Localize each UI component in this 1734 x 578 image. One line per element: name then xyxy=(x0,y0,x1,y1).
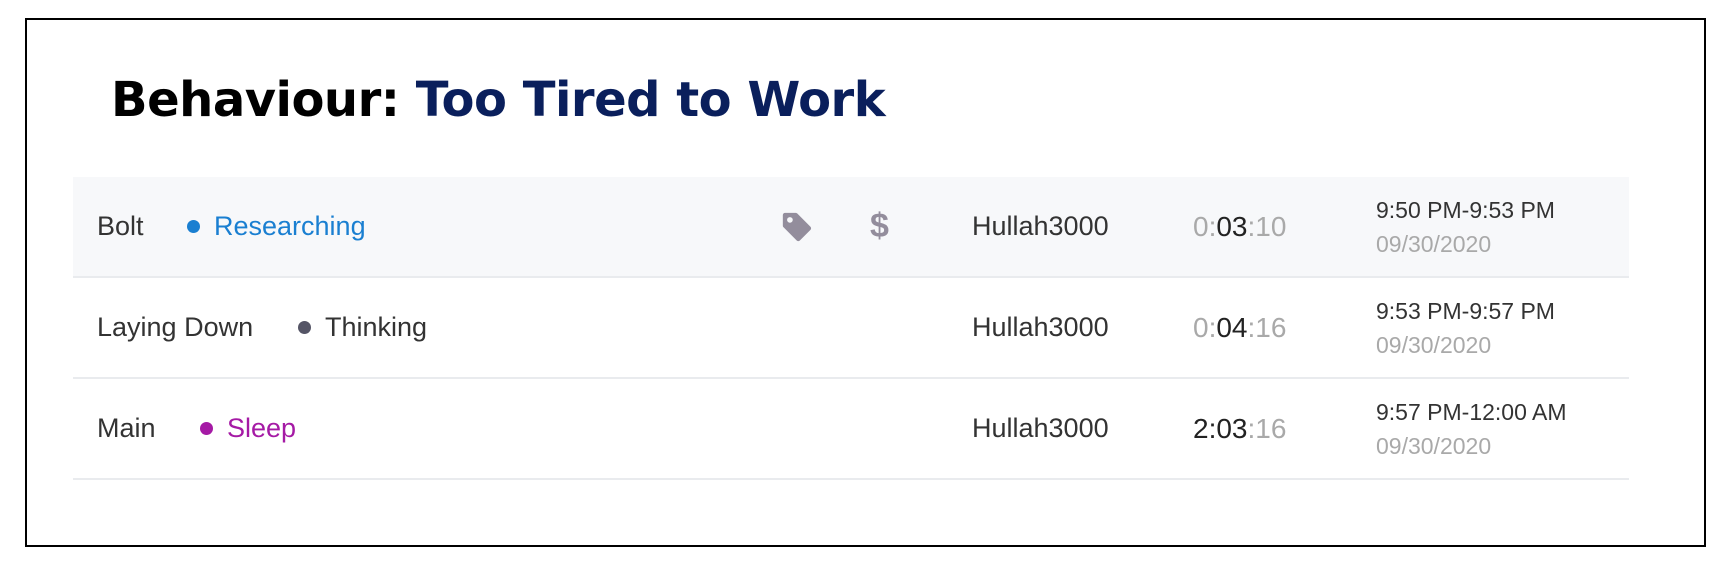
table-row[interactable]: Bolt Researching $ Hullah3000 0:03:10 9:… xyxy=(73,177,1629,278)
time-range: 9:53 PM-9:57 PM xyxy=(1376,297,1555,324)
task-color-dot xyxy=(200,422,213,435)
duration-hours: 0 xyxy=(1193,311,1209,343)
duration-sep: : xyxy=(1208,210,1217,242)
tag-icon-graphic xyxy=(782,212,812,241)
task-cell[interactable]: Researching xyxy=(187,177,366,276)
duration-sep: : xyxy=(1208,311,1217,343)
time-cell: 9:53 PM-9:57 PM 09/30/2020 xyxy=(1376,278,1555,377)
duration-minutes: 04 xyxy=(1216,311,1248,343)
duration-seconds: 16 xyxy=(1255,412,1287,444)
user-name: Hullah3000 xyxy=(972,312,1109,342)
duration: 0:03:10 xyxy=(1193,177,1286,276)
entry-date: 09/30/2020 xyxy=(1376,432,1492,459)
task-cell[interactable]: Thinking xyxy=(298,278,427,377)
table-row[interactable]: Laying Down Thinking Hullah3000 0:04:16 … xyxy=(73,278,1629,379)
title-prefix: Behaviour: xyxy=(111,72,400,128)
project-name[interactable]: Laying Down xyxy=(97,278,253,377)
duration-minutes: 03 xyxy=(1216,412,1248,444)
duration-sep: : xyxy=(1247,412,1256,444)
duration-seconds: 16 xyxy=(1255,311,1287,343)
time-cell: 9:50 PM-9:53 PM 09/30/2020 xyxy=(1376,177,1555,276)
duration-sep: : xyxy=(1247,210,1256,242)
time-entries-table: Bolt Researching $ Hullah3000 0:03:10 9:… xyxy=(73,177,1629,480)
duration-hours: 2 xyxy=(1193,412,1209,444)
task-name: Sleep xyxy=(227,413,297,443)
entry-date: 09/30/2020 xyxy=(1376,331,1492,358)
tag-icon[interactable] xyxy=(780,177,814,276)
title-behaviour-name: Too Tired to Work xyxy=(415,72,886,128)
task-color-dot xyxy=(187,220,200,233)
time-cell: 9:57 PM-12:00 AM 09/30/2020 xyxy=(1376,379,1567,478)
entry-date: 09/30/2020 xyxy=(1376,230,1492,257)
duration-hours: 0 xyxy=(1193,210,1209,242)
project-name[interactable]: Main xyxy=(97,379,156,478)
duration-sep: : xyxy=(1208,412,1217,444)
duration-sep: : xyxy=(1247,311,1256,343)
time-range: 9:57 PM-12:00 AM xyxy=(1376,398,1567,425)
duration-seconds: 10 xyxy=(1255,210,1287,242)
duration-minutes: 03 xyxy=(1216,210,1248,242)
user-name: Hullah3000 xyxy=(972,413,1109,443)
task-cell[interactable]: Sleep xyxy=(200,379,296,478)
time-range: 9:50 PM-9:53 PM xyxy=(1376,196,1555,223)
task-name: Thinking xyxy=(325,312,428,342)
table-row[interactable]: Main Sleep Hullah3000 2:03:16 9:57 PM-12… xyxy=(73,379,1629,480)
duration: 2:03:16 xyxy=(1193,379,1286,478)
page-title: Behaviour: Too Tired to Work xyxy=(111,68,886,132)
duration: 0:04:16 xyxy=(1193,278,1286,377)
task-color-dot xyxy=(298,321,311,334)
dollar-icon[interactable]: $ xyxy=(870,177,889,276)
user-name: Hullah3000 xyxy=(972,211,1109,241)
task-name: Researching xyxy=(214,211,366,241)
project-name[interactable]: Bolt xyxy=(97,177,144,276)
